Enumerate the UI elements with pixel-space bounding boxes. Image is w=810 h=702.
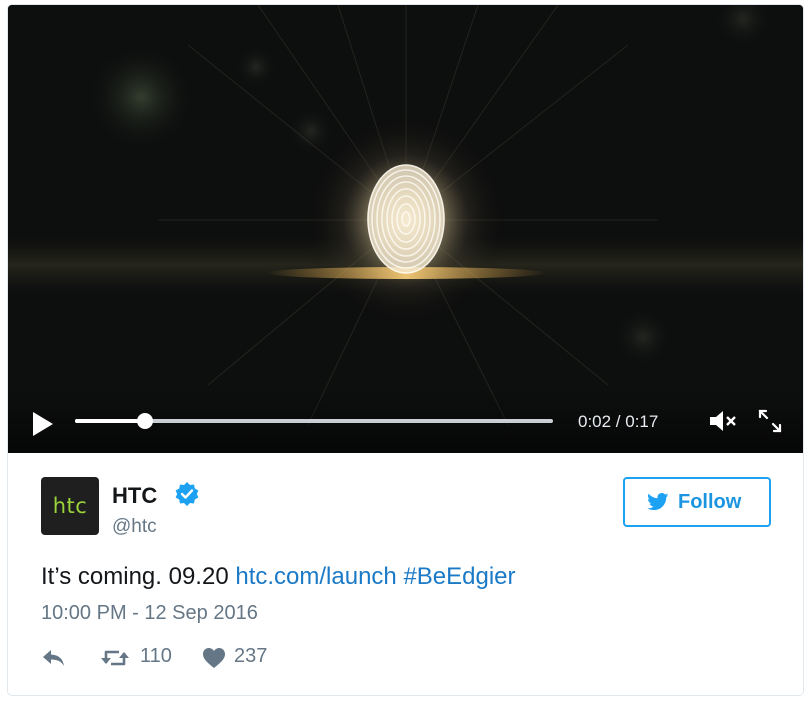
tweet-card: 0:02 / 0:17 htc HTC @htc Follow It’s com… bbox=[7, 4, 804, 696]
avatar[interactable]: htc bbox=[41, 477, 99, 535]
heart-icon bbox=[203, 648, 225, 668]
fullscreen-icon[interactable] bbox=[756, 407, 784, 435]
progress-scrubber-handle[interactable] bbox=[136, 413, 153, 429]
verified-badge-icon bbox=[175, 482, 199, 506]
video-frame bbox=[8, 5, 803, 453]
mute-icon[interactable] bbox=[708, 407, 738, 435]
follow-button[interactable]: Follow bbox=[623, 477, 771, 527]
video-player[interactable]: 0:02 / 0:17 bbox=[8, 5, 803, 453]
retweet-count: 110 bbox=[140, 645, 172, 667]
tweet-link[interactable]: htc.com/launch bbox=[235, 563, 396, 590]
reply-icon bbox=[43, 650, 64, 666]
tweet-text-plain: It’s coming. 09.20 bbox=[41, 563, 236, 590]
reply-button[interactable] bbox=[41, 645, 71, 671]
twitter-bird-icon bbox=[647, 493, 669, 511]
progress-fill bbox=[75, 419, 145, 423]
tweet-text: It’s coming. 09.20 htc.com/launch #BeEdg… bbox=[41, 563, 516, 591]
author-name[interactable]: HTC bbox=[112, 483, 157, 509]
retweet-button[interactable]: 110 bbox=[100, 645, 180, 671]
follow-button-label: Follow bbox=[678, 491, 742, 513]
fingerprint-graphic bbox=[367, 164, 445, 274]
tweet-timestamp[interactable]: 10:00 PM - 12 Sep 2016 bbox=[41, 602, 258, 625]
video-progress-bar[interactable] bbox=[75, 413, 553, 429]
like-count: 237 bbox=[234, 645, 268, 667]
author-handle[interactable]: @htc bbox=[112, 516, 157, 538]
avatar-logo-text: htc bbox=[52, 494, 88, 518]
like-button[interactable]: 237 bbox=[202, 645, 274, 671]
play-icon[interactable] bbox=[30, 410, 56, 438]
tweet-hashtag[interactable]: #BeEdgier bbox=[403, 563, 515, 590]
retweet-icon bbox=[101, 650, 129, 666]
video-time-display: 0:02 / 0:17 bbox=[578, 412, 659, 431]
